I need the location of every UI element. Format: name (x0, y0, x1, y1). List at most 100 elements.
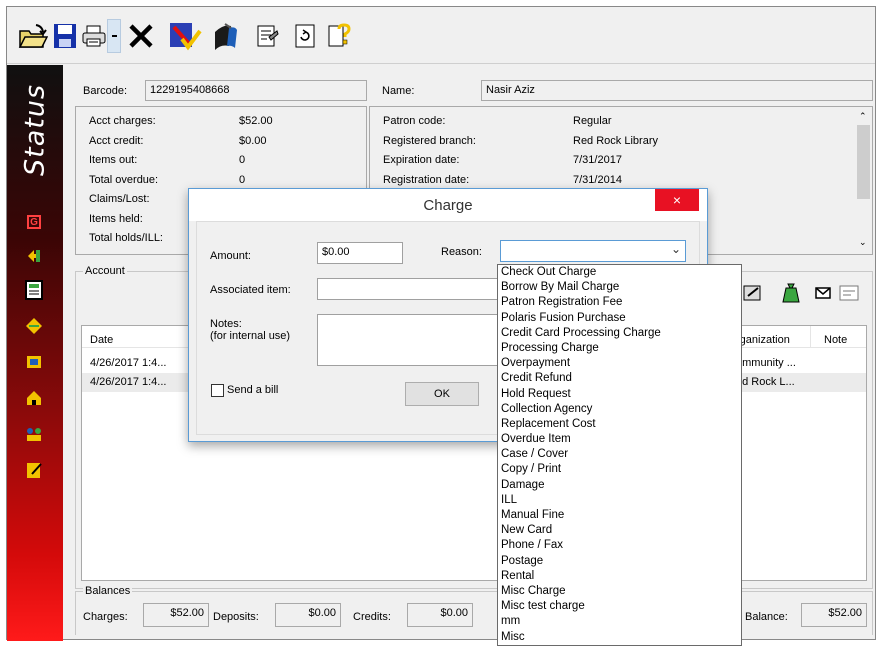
scroll-up-icon[interactable]: ⌃ (859, 111, 867, 122)
reason-option[interactable]: Credit Card Processing Charge (498, 326, 741, 341)
row-organization: ommunity ... (736, 357, 796, 369)
notes-input[interactable] (317, 314, 501, 366)
print-dropdown-icon[interactable] (107, 19, 121, 53)
properties-icon[interactable] (251, 21, 283, 51)
col-note[interactable]: Note (824, 334, 847, 346)
reason-label: Reason: (441, 246, 482, 258)
row-date: 4/26/2017 1:4... (90, 376, 167, 388)
reason-select[interactable]: ⌄ (500, 240, 686, 262)
associated-item-input[interactable] (317, 278, 501, 300)
amount-input[interactable]: $0.00 (317, 242, 403, 264)
reason-option[interactable]: Patron Registration Fee (498, 295, 741, 310)
reason-option[interactable]: Overpayment (498, 356, 741, 371)
col-date[interactable]: Date (90, 334, 113, 346)
save-icon[interactable] (49, 21, 81, 51)
claims-icon[interactable] (23, 315, 45, 337)
checkout-icon[interactable] (23, 245, 45, 267)
credits-value: $0.00 (407, 603, 473, 627)
reason-option[interactable]: Borrow By Mail Charge (498, 280, 741, 295)
summary-label: Total holds/ILL: (89, 232, 163, 244)
reason-option[interactable]: Phone / Fax (498, 538, 741, 553)
reason-option[interactable]: Misc (498, 630, 741, 645)
summary-label: Total overdue: (89, 173, 159, 186)
balances-title: Balances (83, 585, 133, 597)
reason-option[interactable]: Overdue Item (498, 432, 741, 447)
account-title: Account (83, 265, 127, 277)
open-folder-icon[interactable] (17, 21, 49, 51)
summary-label: Acct charges: (89, 115, 156, 127)
reason-dropdown-list[interactable]: Check Out Charge Borrow By Mail Charge Pat… (497, 264, 742, 646)
credits-label: Credits: (353, 611, 391, 623)
name-field: Nasir Aziz (481, 80, 873, 101)
reason-option[interactable]: Collection Agency (498, 402, 741, 417)
payment-icon[interactable] (209, 21, 241, 51)
notes-icon[interactable] (23, 459, 45, 481)
reason-option[interactable]: Misc test charge (498, 599, 741, 614)
chevron-down-icon: ⌄ (670, 242, 681, 256)
notes-label: Notes: (210, 318, 242, 330)
dialog-title: Charge (189, 189, 707, 221)
summary-label: Items held: (89, 212, 143, 225)
notes-sublabel: (for internal use) (210, 330, 291, 342)
holds-icon[interactable] (23, 423, 45, 445)
account-ledger-icon[interactable] (23, 279, 45, 301)
reason-option[interactable]: Copy / Print (498, 462, 741, 477)
reason-option[interactable]: Processing Charge (498, 341, 741, 356)
account-action-icon[interactable] (739, 281, 767, 305)
scroll-thumb[interactable] (857, 125, 870, 199)
reason-option[interactable]: Case / Cover (498, 447, 741, 462)
delete-icon[interactable] (125, 21, 157, 51)
balance-value: $52.00 (801, 603, 867, 627)
print-icon[interactable] (81, 21, 107, 51)
status-sidebar: Status G (7, 65, 63, 641)
home-icon[interactable] (23, 387, 45, 409)
col-organization[interactable]: rganization (736, 334, 790, 346)
send-bill-label: Send a bill (227, 384, 279, 396)
detail-label: Patron code: (383, 115, 446, 127)
detail-value: 7/31/2014 (573, 173, 622, 186)
email-icon[interactable] (813, 281, 833, 305)
reason-option[interactable]: Credit Refund (498, 371, 741, 386)
summary-label: Items out: (89, 154, 138, 166)
row-organization: ed Rock L... (736, 376, 795, 388)
reason-option[interactable]: Damage (498, 478, 741, 493)
items-out-icon[interactable] (23, 351, 45, 373)
send-bill-checkbox[interactable] (211, 384, 224, 397)
detail-value: Red Rock Library (573, 134, 658, 147)
reason-option[interactable]: Manual Fine (498, 508, 741, 523)
summary-value: 0 (239, 154, 246, 166)
charges-value: $52.00 (143, 603, 209, 627)
detail-label: Expiration date: (383, 154, 460, 166)
detail-label: Registered branch: (383, 134, 476, 147)
charge-icon[interactable] (167, 21, 203, 51)
reason-option[interactable]: Rental (498, 569, 741, 584)
name-label: Name: (382, 85, 415, 97)
scroll-down-icon[interactable]: ⌄ (859, 237, 867, 248)
details-scrollbar[interactable]: ⌃ ⌄ (855, 107, 872, 254)
ok-button[interactable]: OK (405, 382, 479, 406)
amount-label: Amount: (210, 250, 251, 262)
reason-option[interactable]: ILL (498, 493, 741, 508)
reason-option[interactable]: Postage (498, 554, 741, 569)
help-icon[interactable] (323, 21, 355, 51)
barcode-field: 1229195408668 (145, 80, 367, 101)
detail-value: 7/31/2017 (573, 154, 622, 166)
money-bag-icon[interactable] (777, 281, 805, 305)
reason-option[interactable]: Check Out Charge (498, 265, 741, 280)
detail-value: Regular (573, 115, 612, 127)
refresh-icon[interactable] (289, 21, 321, 51)
deposits-value: $0.00 (275, 603, 341, 627)
reason-option[interactable]: New Card (498, 523, 741, 538)
reason-option[interactable]: Replacement Cost (498, 417, 741, 432)
toolbar (7, 7, 875, 64)
row-date: 4/26/2017 1:4... (90, 357, 167, 369)
close-icon[interactable]: × (655, 189, 699, 211)
reason-option[interactable]: mm (498, 614, 741, 629)
reason-option[interactable]: Polaris Fusion Purchase (498, 311, 741, 326)
detail-label: Registration date: (383, 173, 470, 186)
reason-option[interactable]: Hold Request (498, 387, 741, 402)
charges-label: Charges: (83, 611, 128, 623)
form-icon[interactable] (837, 281, 861, 305)
reason-option[interactable]: Misc Charge (498, 584, 741, 599)
patron-g-icon[interactable]: G (23, 211, 45, 233)
